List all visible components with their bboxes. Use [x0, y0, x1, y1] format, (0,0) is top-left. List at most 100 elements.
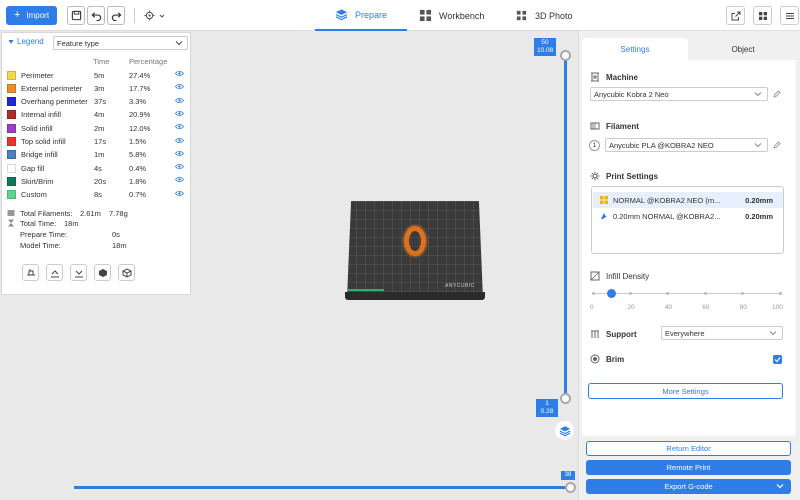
legend-color-swatch — [7, 110, 16, 120]
view-bottom-button[interactable] — [70, 264, 87, 281]
legend-row: Custom 8s 0.7% — [7, 189, 187, 201]
undo-button[interactable] — [87, 6, 105, 25]
open-external-button[interactable] — [726, 6, 745, 25]
legend-color-swatch — [7, 190, 16, 200]
external-link-icon — [731, 11, 740, 20]
machine-dropdown[interactable]: Anycubic Kobra 2 Neo — [590, 87, 768, 101]
edit-machine-icon[interactable] — [773, 90, 781, 98]
legend-feature-name: Solid infill — [21, 123, 53, 133]
layers-toggle-button[interactable] — [555, 421, 574, 440]
nozzle-icon — [26, 268, 35, 275]
eye-icon[interactable] — [175, 163, 184, 170]
legend-color-swatch — [7, 137, 16, 146]
view-solid-button[interactable] — [94, 264, 111, 281]
filament-dropdown[interactable]: Anycubic PLA @KOBRA2 NEO — [605, 138, 768, 152]
infill-tick-label: 0 — [590, 304, 594, 311]
total-time-label: Total Time: — [20, 219, 57, 228]
return-editor-button[interactable]: Return Editor — [586, 441, 791, 456]
cube-solid-icon — [98, 268, 107, 277]
print-profile-value: 0.20mm — [745, 211, 773, 221]
import-button[interactable]: + Import — [6, 6, 57, 25]
layer-slider-track[interactable] — [564, 55, 567, 400]
skirt-line — [348, 289, 384, 291]
eye-icon[interactable] — [175, 70, 184, 77]
tab-settings[interactable]: Settings — [582, 38, 688, 60]
eye-icon[interactable] — [175, 190, 184, 197]
bottom-layer-number: 1 — [545, 400, 549, 407]
support-value: Everywhere — [665, 328, 705, 338]
print-profile-item[interactable]: NORMAL @KOBRA2 NEO (m... 0.20mm — [593, 192, 783, 208]
export-gcode-button[interactable]: Export G-code — [586, 479, 791, 494]
brim-icon — [590, 354, 600, 364]
layer-slider-top-handle[interactable] — [560, 50, 571, 61]
tab-3d-photo[interactable]: 3D Photo — [503, 0, 588, 31]
import-label: Import — [26, 11, 50, 20]
legend-feature-percentage: 20.9% — [129, 110, 151, 120]
eye-icon[interactable] — [175, 110, 184, 117]
support-dropdown[interactable]: Everywhere — [661, 326, 783, 340]
legend-view-type-value: Feature type — [57, 38, 100, 48]
return-editor-label: Return Editor — [666, 444, 711, 453]
grid-icon — [419, 9, 432, 22]
eye-icon[interactable] — [175, 137, 184, 144]
brim-checkbox[interactable] — [773, 355, 782, 364]
edit-filament-icon[interactable] — [773, 141, 781, 149]
chevron-down-icon — [754, 92, 762, 97]
legend-feature-time: 4s — [94, 163, 102, 173]
chevron-down-icon[interactable] — [776, 482, 784, 490]
infill-tick-label: 100 — [772, 304, 783, 311]
legend-panel: Legend Feature type Time Percentage Peri… — [1, 32, 191, 295]
eye-icon[interactable] — [175, 123, 184, 130]
infill-tick-mark — [591, 292, 595, 295]
printer-icon — [591, 72, 599, 82]
legend-feature-time: 8s — [94, 190, 102, 200]
eye-icon[interactable] — [175, 176, 184, 183]
model-preview[interactable] — [404, 226, 426, 256]
apps-button[interactable] — [753, 6, 772, 25]
tab-prepare[interactable]: Prepare — [315, 0, 407, 31]
main-tabs: Prepare Workbench 3D Photo — [315, 0, 588, 31]
more-settings-label: More Settings — [662, 386, 709, 396]
hourglass-icon — [8, 219, 14, 227]
move-slider-label: 38 — [561, 471, 575, 480]
infill-density-title: Infill Density — [606, 271, 650, 281]
infill-icon — [590, 271, 600, 281]
legend-feature-percentage: 17.7% — [129, 83, 151, 93]
profile-user-icon — [600, 196, 608, 204]
legend-toggle[interactable]: Legend — [8, 37, 44, 46]
infill-tick-label: 80 — [739, 304, 747, 311]
view-mode-dropdown[interactable] — [144, 8, 165, 23]
chevron-down-icon — [159, 14, 165, 18]
view-print-head-button[interactable] — [22, 264, 39, 281]
legend-feature-percentage: 5.8% — [129, 150, 147, 160]
checkmark-icon — [774, 357, 781, 363]
move-slider-track[interactable] — [74, 486, 570, 489]
legend-color-swatch — [7, 123, 16, 133]
eye-icon[interactable] — [175, 150, 184, 157]
legend-feature-time: 2m — [94, 123, 105, 133]
eye-icon[interactable] — [175, 83, 184, 90]
print-settings-title: Print Settings — [606, 171, 659, 181]
move-slider-handle[interactable] — [565, 482, 576, 493]
layer-slider-bottom-handle[interactable] — [560, 393, 571, 404]
view-outline-button[interactable] — [118, 264, 135, 281]
infill-tick-mark — [628, 292, 632, 295]
build-plate-base — [345, 292, 485, 300]
support-icon — [591, 330, 599, 338]
top-layer-number: 50 — [541, 39, 549, 46]
save-button[interactable] — [67, 6, 85, 25]
more-settings-button[interactable]: More Settings — [588, 383, 783, 399]
more-options-button[interactable] — [780, 6, 799, 25]
legend-color-swatch — [7, 83, 16, 93]
remote-print-button[interactable]: Remote Print — [586, 460, 791, 475]
legend-row: Perimeter 5m 27.4% — [7, 69, 187, 81]
bottom-layer-height: 0.28 — [540, 408, 554, 415]
eye-icon[interactable] — [175, 97, 184, 104]
redo-button[interactable] — [107, 6, 125, 25]
print-profile-item[interactable]: 0.20mm NORMAL @KOBRA2... 0.20mm — [593, 208, 783, 224]
view-top-button[interactable] — [46, 264, 63, 281]
legend-view-type-dropdown[interactable]: Feature type — [53, 36, 188, 50]
tab-object[interactable]: Object — [688, 38, 798, 60]
infill-density-slider[interactable] — [593, 293, 780, 294]
tab-workbench[interactable]: Workbench — [407, 0, 503, 31]
